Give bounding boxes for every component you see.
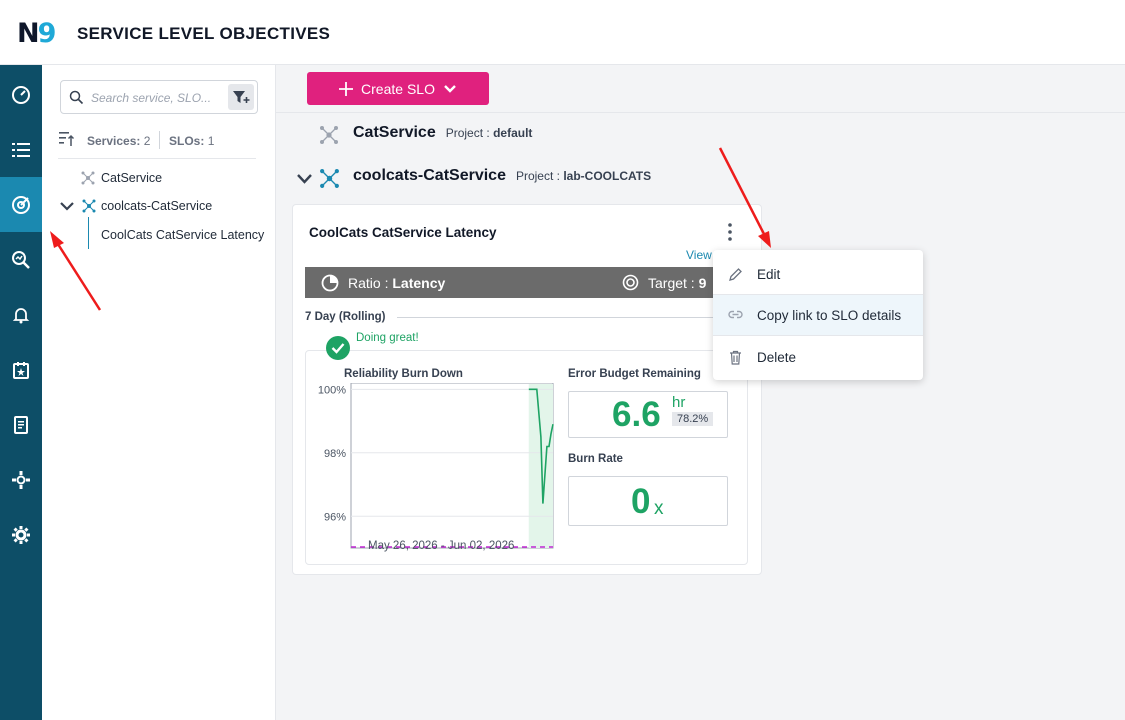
ratio-bar: Ratio : Latency Target : 9	[305, 267, 751, 298]
nav-analytics-icon[interactable]	[0, 232, 42, 287]
nav-gear-icon[interactable]	[0, 507, 42, 562]
menu-item-edit[interactable]: Edit	[713, 254, 923, 294]
chevron-down-icon[interactable]	[296, 173, 313, 185]
create-slo-label: Create SLO	[361, 80, 435, 97]
filter-button[interactable]	[228, 84, 254, 110]
filter-add-icon	[233, 91, 250, 103]
error-budget-value: 6.6	[612, 395, 661, 434]
service-icon	[82, 199, 96, 213]
create-slo-button[interactable]: Create SLO	[307, 72, 489, 105]
burn-rate-title: Burn Rate	[568, 453, 623, 465]
menu-item-delete[interactable]: Delete	[713, 337, 923, 377]
tree-item-label: coolcats-CatService	[101, 199, 213, 213]
link-icon	[727, 310, 743, 319]
project-info: Project : lab-COOLCATS	[515, 169, 652, 183]
view-link[interactable]: View	[686, 248, 712, 262]
chevron-down-icon	[444, 84, 456, 93]
tree-branch-line	[88, 217, 89, 249]
status-text: Doing great!	[356, 332, 419, 344]
kebab-menu-icon[interactable]	[725, 222, 735, 242]
divider	[397, 317, 747, 318]
top-bar: N9 SERVICE LEVEL OBJECTIVES	[0, 0, 1125, 65]
slo-context-menu: Edit Copy link to SLO details Delete	[713, 250, 923, 380]
left-nav	[0, 65, 42, 720]
slo-card-title[interactable]: CoolCats CatService Latency	[309, 225, 497, 240]
service-name: coolcats-CatService	[353, 167, 506, 184]
y-tick-label: 100%	[318, 384, 346, 396]
target-info: Target : 9	[648, 275, 707, 291]
slo-metrics-panel: Reliability Burn Down 100% 98% 96% Error B…	[305, 350, 748, 565]
slo-card[interactable]: CoolCats CatService Latency View Ratio :…	[292, 204, 762, 575]
chart-highlight-band	[528, 384, 553, 548]
tree-item-slo-latency[interactable]: CoolCats CatService Latency	[101, 228, 264, 242]
chart-frame	[350, 383, 554, 549]
service-icon	[320, 169, 339, 188]
toolbar: Create SLO	[276, 65, 1125, 113]
nav-bell-icon[interactable]	[0, 287, 42, 342]
y-tick-label: 98%	[324, 448, 346, 460]
search-icon	[69, 90, 84, 105]
service-tree-panel: Search service, SLO... Services: 2 SLOs:…	[42, 65, 276, 720]
nav-integrations-icon[interactable]	[0, 452, 42, 507]
tree-counts: Services: 2 SLOs: 1	[58, 131, 256, 159]
menu-item-label: Copy link to SLO details	[757, 307, 902, 323]
y-tick-label: 96%	[324, 511, 346, 523]
date-range: May 26, 2026 - Jun 02, 2026	[368, 540, 515, 552]
time-window-label: 7 Day (Rolling)	[305, 311, 386, 323]
nav-slo-icon[interactable]	[0, 177, 42, 232]
error-budget-title: Error Budget Remaining	[568, 368, 701, 380]
menu-item-copy-link[interactable]: Copy link to SLO details	[713, 295, 923, 335]
chevron-down-icon[interactable]	[60, 200, 74, 212]
menu-item-label: Delete	[757, 349, 797, 365]
sort-icon[interactable]	[58, 131, 75, 147]
burn-rate-box: 0 x	[568, 476, 728, 526]
burn-down-title: Reliability Burn Down	[344, 368, 463, 380]
search-input[interactable]: Search service, SLO...	[60, 80, 258, 114]
menu-item-label: Edit	[757, 266, 781, 282]
tree-item-label: CatService	[101, 171, 163, 185]
nav-list-icon[interactable]	[0, 122, 42, 177]
service-icon	[81, 171, 95, 185]
services-count: Services: 2	[87, 134, 151, 148]
plus-icon	[339, 81, 354, 96]
service-icon	[320, 126, 338, 144]
nav-calendar-icon[interactable]	[0, 342, 42, 397]
pencil-icon	[728, 267, 742, 281]
error-budget-box: 6.6 hr 78.2%	[568, 391, 728, 438]
pie-chart-icon	[321, 274, 339, 292]
ratio-info: Ratio : Latency	[348, 275, 446, 291]
burn-rate-unit: x	[654, 498, 664, 519]
divider	[713, 335, 923, 336]
project-info: Project : default	[445, 126, 533, 140]
nobl9-logo[interactable]: N9	[17, 18, 56, 49]
burn-rate-value: 0	[631, 482, 651, 521]
target-icon	[622, 274, 639, 291]
slos-count: SLOs: 1	[169, 134, 215, 148]
service-name: CatService	[353, 124, 436, 141]
nav-dashboard-icon[interactable]	[0, 67, 42, 122]
burn-down-chart: 100% 98% 96%	[318, 383, 554, 549]
search-placeholder: Search service, SLO...	[91, 91, 212, 105]
status-check-icon	[326, 336, 350, 360]
nav-report-icon[interactable]	[0, 397, 42, 452]
divider	[159, 131, 160, 149]
error-budget-percent: 78.2%	[672, 412, 714, 426]
page-title: SERVICE LEVEL OBJECTIVES	[77, 24, 331, 43]
trash-icon	[729, 350, 741, 365]
main-content: Create SLO CatService Project : default c…	[276, 65, 1125, 720]
error-budget-unit: hr	[672, 394, 686, 411]
